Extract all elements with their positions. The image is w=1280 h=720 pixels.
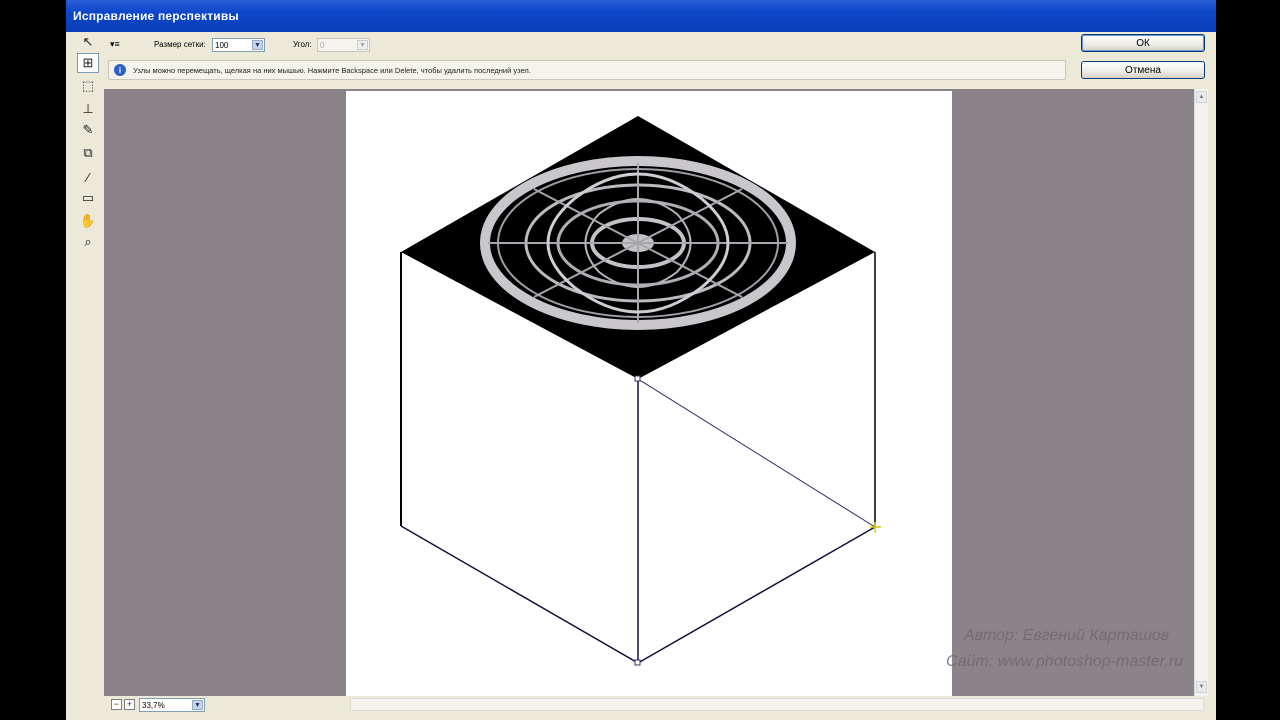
stamp-tool[interactable]: ⊥ xyxy=(77,99,99,119)
grid-size-label: Размер сетки: xyxy=(154,40,206,49)
angle-label: Угол: xyxy=(293,40,312,49)
tool-palette: ↖ ⊞ ⬚ ⊥ ✎ ⧉ ⁄ ▭ ✋ ⌕ xyxy=(72,32,106,252)
zoom-out-button[interactable]: − xyxy=(111,699,122,710)
brush-tool-icon: ✎ xyxy=(82,122,94,137)
title-bar[interactable]: Исправление перспективы xyxy=(66,0,1216,32)
create-plane-tool[interactable]: ⊞ xyxy=(77,53,99,73)
preview-image xyxy=(346,91,952,696)
angle-value: 0 xyxy=(320,41,325,50)
grid-size-combo[interactable]: 100 ▼ xyxy=(212,38,265,52)
brush-tool[interactable]: ✎ xyxy=(77,120,99,140)
info-bar: i Узлы можно перемещать, щелкая на них м… xyxy=(108,60,1066,80)
perspective-dialog: Исправление перспективы ↖ ⊞ ⬚ ⊥ ✎ ⧉ ⁄ ▭ … xyxy=(66,0,1216,720)
stamp-tool-icon: ⊥ xyxy=(82,101,94,116)
watermark-site: Сайт: www.photoshop-master.ru xyxy=(946,653,1184,670)
lace-doily xyxy=(480,156,796,330)
hand-tool-icon: ✋ xyxy=(79,213,97,228)
hand-tool[interactable]: ✋ xyxy=(77,211,99,231)
ok-button[interactable]: ОК xyxy=(1081,34,1205,52)
preview-canvas[interactable]: Автор: Евгений Карташов Сайт: www.photos… xyxy=(104,89,1194,696)
measure-tool-icon: ▭ xyxy=(81,190,95,205)
scroll-up-icon[interactable]: ▲ xyxy=(1196,91,1207,103)
create-plane-tool-icon: ⊞ xyxy=(82,55,94,70)
chevron-down-icon: ▼ xyxy=(192,700,203,710)
transform-tool[interactable]: ⧉ xyxy=(77,143,99,163)
grid-size-value: 100 xyxy=(215,41,229,50)
menu-icon[interactable]: ▾≡ xyxy=(110,39,120,50)
edit-plane-tool[interactable]: ↖ xyxy=(77,32,99,52)
transform-tool-icon: ⧉ xyxy=(83,145,93,160)
eyedropper-tool-icon: ⁄ xyxy=(86,169,90,185)
zoom-in-button[interactable]: + xyxy=(124,699,135,710)
plane-node[interactable] xyxy=(634,659,641,666)
chevron-down-icon: ▼ xyxy=(252,40,263,50)
vertical-scrollbar[interactable]: ▲ ▼ xyxy=(1194,89,1208,696)
plane-node[interactable] xyxy=(634,375,641,382)
angle-combo[interactable]: 0 ▼ xyxy=(317,38,370,52)
watermark-author: Автор: Евгений Карташов xyxy=(964,627,1170,644)
scroll-down-icon[interactable]: ▼ xyxy=(1196,681,1207,693)
window-title: Исправление перспективы xyxy=(73,9,239,23)
measure-tool[interactable]: ▭ xyxy=(77,188,99,208)
zoom-combo[interactable]: 33,7% ▼ xyxy=(139,698,205,712)
options-bar: ▾≡ Размер сетки: 100 ▼ Угол: 0 ▼ xyxy=(106,34,1066,56)
info-icon: i xyxy=(114,64,126,76)
zoom-tool-icon: ⌕ xyxy=(84,234,92,249)
status-bar: − + 33,7% ▼ xyxy=(104,696,1208,714)
chevron-down-icon: ▼ xyxy=(357,40,368,50)
eyedropper-tool[interactable]: ⁄ xyxy=(77,167,99,187)
cancel-button[interactable]: Отмена xyxy=(1081,61,1205,79)
edit-plane-tool-icon: ↖ xyxy=(82,34,94,49)
horizontal-scrollbar[interactable] xyxy=(350,698,1204,711)
marquee-tool[interactable]: ⬚ xyxy=(77,76,99,96)
marquee-tool-icon: ⬚ xyxy=(81,78,95,93)
zoom-value: 33,7% xyxy=(142,701,165,710)
info-text: Узлы можно перемещать, щелкая на них мыш… xyxy=(133,66,531,75)
zoom-tool[interactable]: ⌕ xyxy=(77,232,99,252)
